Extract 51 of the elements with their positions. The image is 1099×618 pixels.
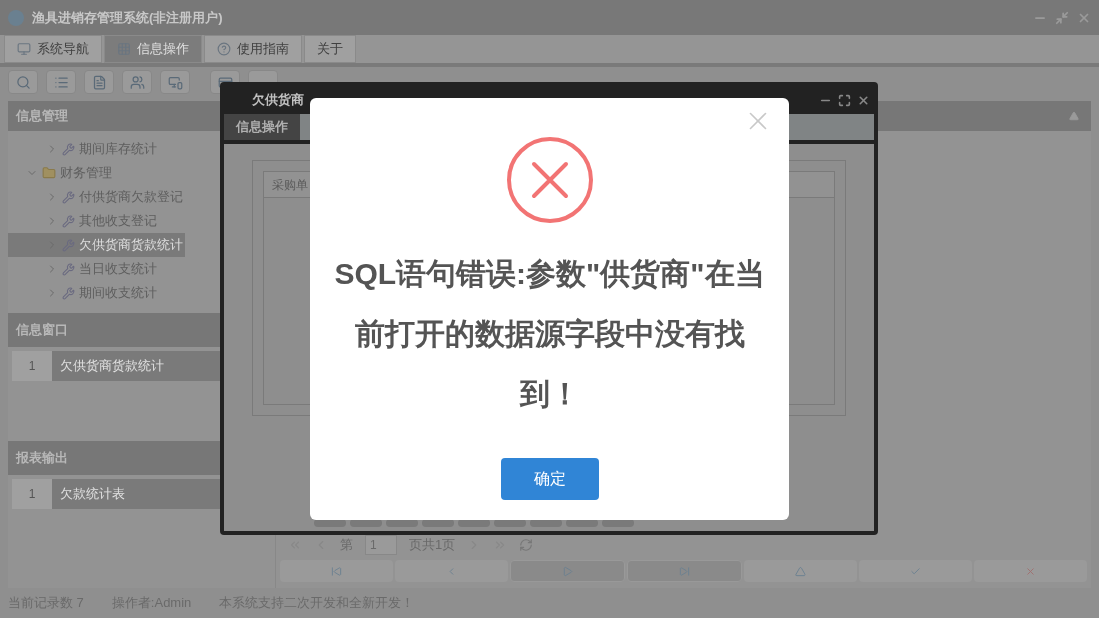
dialog-title: 欠供货商 xyxy=(252,91,304,110)
tab[interactable]: 系统导航 xyxy=(4,35,102,63)
nav-button[interactable] xyxy=(395,560,508,582)
up-icon xyxy=(795,565,806,577)
nav-button[interactable] xyxy=(859,560,972,582)
monitor-icon xyxy=(17,42,31,56)
section-title: 信息管理 xyxy=(16,107,68,126)
help-icon xyxy=(217,42,231,56)
wrench-icon xyxy=(62,286,75,300)
next-icon xyxy=(562,565,573,577)
tab[interactable]: 信息操作 xyxy=(224,114,300,140)
nav-button[interactable] xyxy=(744,560,857,582)
collapse-icon[interactable] xyxy=(1069,111,1079,121)
document-icon xyxy=(91,74,107,90)
tree-item[interactable]: 欠供货商货款统计 xyxy=(8,233,185,257)
toolbar-button[interactable] xyxy=(84,70,114,94)
screen-icon xyxy=(167,74,183,90)
wrench-icon xyxy=(62,190,75,204)
window-title: 渔具进销存管理系统(非注册用户) xyxy=(32,8,223,27)
nav-button[interactable] xyxy=(974,560,1087,582)
search-icon xyxy=(15,74,31,90)
close-icon xyxy=(1025,565,1036,577)
wrench-icon xyxy=(62,214,75,228)
tab[interactable]: 信息操作 xyxy=(104,35,202,63)
users-icon xyxy=(129,74,145,90)
nav-button[interactable] xyxy=(510,560,625,582)
close-icon[interactable] xyxy=(857,93,870,107)
row-number: 1 xyxy=(12,351,52,381)
toolbar-button[interactable] xyxy=(8,70,38,94)
tab[interactable]: 关于 xyxy=(304,35,356,63)
wrench-icon xyxy=(62,262,75,276)
tab[interactable]: 使用指南 xyxy=(204,35,302,63)
toolbar-button[interactable] xyxy=(46,70,76,94)
nav-button[interactable] xyxy=(280,560,393,582)
first-icon xyxy=(331,565,342,577)
maximize-icon[interactable] xyxy=(838,93,851,107)
check-icon xyxy=(910,565,921,577)
app-logo-icon xyxy=(8,9,24,26)
folder-icon xyxy=(42,166,56,180)
nav-button[interactable] xyxy=(627,560,742,582)
error-icon xyxy=(505,136,594,224)
toolbar-button[interactable] xyxy=(160,70,190,94)
refresh-icon[interactable] xyxy=(519,538,534,552)
list-icon xyxy=(53,74,69,90)
restore-icon[interactable] xyxy=(1055,10,1069,25)
alert-message: SQL语句错误:参数"供货商"在当前打开的数据源字段中没有找到！ xyxy=(333,256,766,412)
confirm-button[interactable]: 确定 xyxy=(500,458,599,500)
last-icon xyxy=(679,565,690,577)
row-number: 1 xyxy=(12,479,52,509)
toolbar-button[interactable] xyxy=(122,70,152,94)
wrench-icon xyxy=(62,142,75,156)
